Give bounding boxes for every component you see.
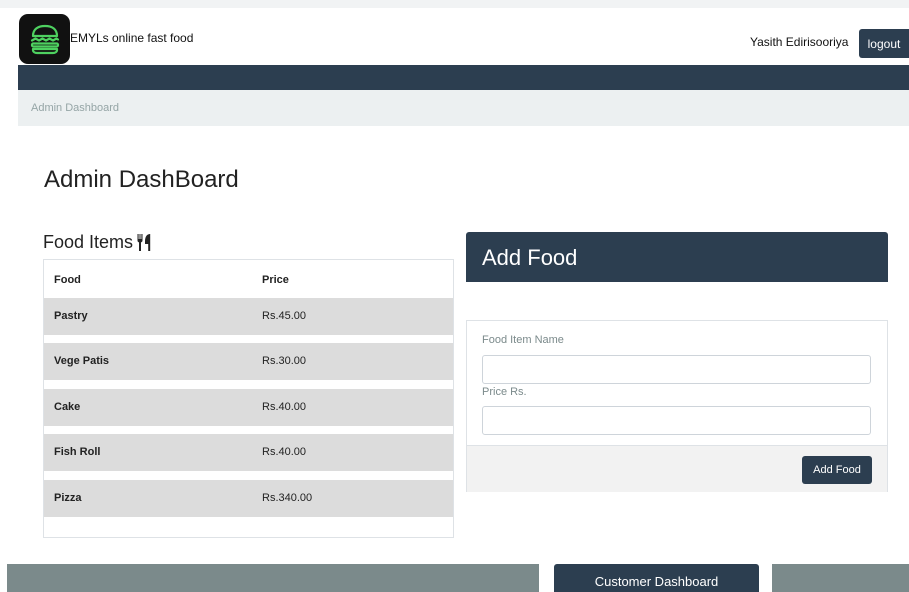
food-items-title: Food Items (43, 232, 151, 253)
header: EMYLs online fast food Yasith Edirisoori… (18, 8, 909, 65)
logout-button[interactable]: logout (859, 29, 909, 58)
food-price-cell: Rs.340.00 (262, 492, 313, 504)
breadcrumb-item-admin-dashboard[interactable]: Admin Dashboard (31, 102, 119, 114)
food-name-cell: Pizza (54, 492, 82, 504)
food-name-input[interactable] (482, 355, 871, 384)
food-name-cell: Pastry (54, 310, 88, 322)
food-name-cell: Cake (54, 401, 81, 413)
add-food-header: Add Food (466, 232, 888, 282)
brand-logo[interactable] (19, 14, 70, 64)
food-name-cell: Vege Patis (54, 355, 110, 367)
food-items-title-text: Food Items (43, 232, 134, 252)
user-name: Yasith Edirisooriya (750, 35, 849, 49)
add-food-form: Food Item Name Price Rs. Add Food (466, 320, 888, 492)
food-price-cell: Rs.45.00 (262, 310, 307, 322)
form-footer: Add Food (467, 445, 887, 492)
top-strip (0, 0, 909, 8)
food-items-table: Food Price Pastry Rs.45.00 Vege Patis Rs… (43, 259, 454, 538)
footer-bar-right (772, 564, 909, 592)
food-name-cell: Fish Roll (54, 446, 101, 458)
customer-dashboard-button[interactable]: Customer Dashboard (554, 564, 759, 592)
brand-name[interactable]: EMYLs online fast food (70, 31, 193, 45)
column-header-price: Price (262, 274, 289, 286)
table-row[interactable]: Cake Rs.40.00 (44, 389, 453, 426)
navbar (18, 65, 909, 90)
utensils-icon (137, 234, 151, 251)
add-food-title: Add Food (482, 245, 578, 270)
table-row[interactable]: Fish Roll Rs.40.00 (44, 434, 453, 471)
food-name-label: Food Item Name (482, 334, 564, 346)
price-input[interactable] (482, 406, 871, 435)
table-row[interactable]: Vege Patis Rs.30.00 (44, 343, 453, 380)
food-price-cell: Rs.30.00 (262, 355, 307, 367)
column-header-food: Food (54, 274, 81, 286)
price-label: Price Rs. (482, 386, 527, 398)
footer-bar-left (7, 564, 539, 592)
breadcrumb: Admin Dashboard (18, 90, 909, 126)
page-title: Admin DashBoard (44, 166, 239, 193)
burger-icon (30, 24, 59, 55)
add-food-button[interactable]: Add Food (802, 456, 872, 484)
food-price-cell: Rs.40.00 (262, 401, 307, 413)
table-row[interactable]: Pastry Rs.45.00 (44, 298, 453, 335)
food-price-cell: Rs.40.00 (262, 446, 307, 458)
table-row[interactable]: Pizza Rs.340.00 (44, 480, 453, 517)
